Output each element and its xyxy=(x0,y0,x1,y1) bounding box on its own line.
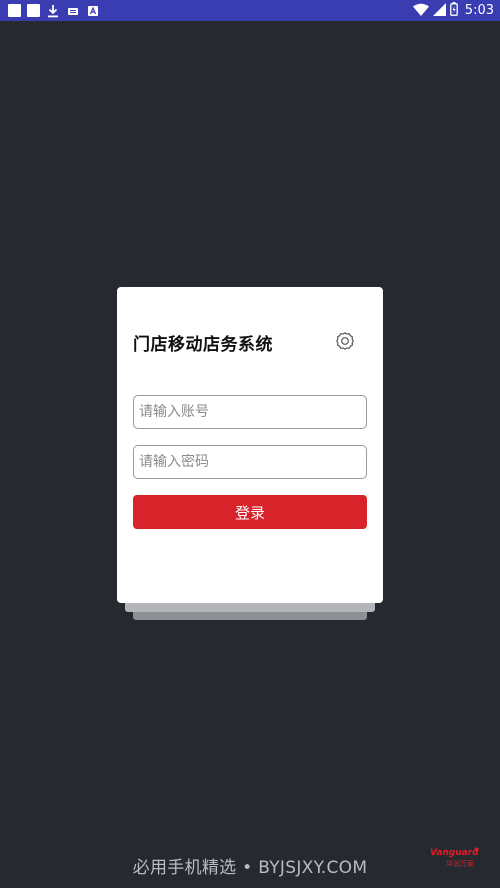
account-field[interactable] xyxy=(133,395,367,429)
a-letter-icon xyxy=(86,4,100,18)
login-button[interactable]: 登录 xyxy=(133,495,367,529)
notification-icon xyxy=(8,4,21,17)
notification-icon xyxy=(27,4,40,17)
sd-card-icon xyxy=(66,4,80,18)
app-title: 门店移动店务系统 xyxy=(133,335,273,355)
cell-signal-icon xyxy=(432,1,446,20)
wifi-icon xyxy=(412,1,429,20)
brand-logo: Vanguard 华润万家 xyxy=(426,846,484,870)
status-bar-system: 5:03 xyxy=(412,1,494,20)
password-field[interactable] xyxy=(133,445,367,479)
settings-button[interactable] xyxy=(333,329,357,353)
login-card: 门店移动店务系统 登录 xyxy=(117,287,383,603)
battery-icon xyxy=(449,1,458,20)
brand-subtitle: 华润万家 xyxy=(446,860,474,868)
password-input[interactable] xyxy=(134,446,366,478)
status-bar: 5:03 xyxy=(0,0,500,21)
brand-mark-icon xyxy=(474,847,479,852)
status-time: 5:03 xyxy=(464,3,494,18)
download-icon xyxy=(46,4,60,18)
account-input[interactable] xyxy=(134,396,366,428)
gear-icon xyxy=(336,332,354,350)
status-bar-notifications xyxy=(8,3,100,18)
brand-name: Vanguard xyxy=(430,848,479,858)
footer-watermark: 必用手机精选 • BYJSJXY.COM xyxy=(132,858,368,878)
